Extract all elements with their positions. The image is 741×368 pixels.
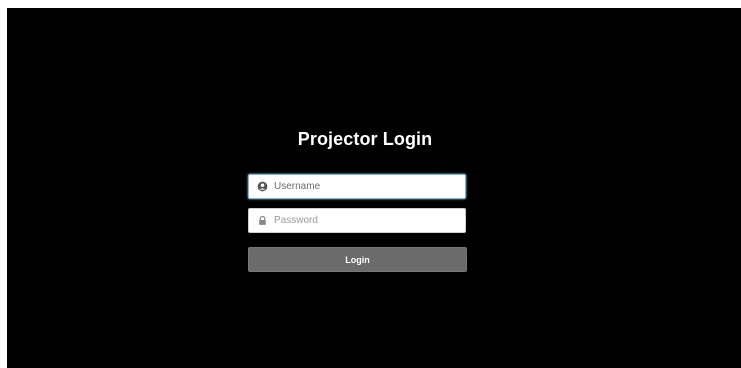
username-field[interactable] [248, 174, 466, 199]
password-field[interactable] [248, 208, 466, 233]
login-button[interactable]: Login [248, 247, 467, 272]
login-screen: Projector Login Login [7, 8, 741, 368]
lock-icon [259, 215, 266, 225]
password-input[interactable] [274, 209, 459, 232]
user-icon [257, 181, 268, 192]
username-input[interactable] [274, 175, 459, 198]
page-title: Projector Login [297, 129, 433, 149]
